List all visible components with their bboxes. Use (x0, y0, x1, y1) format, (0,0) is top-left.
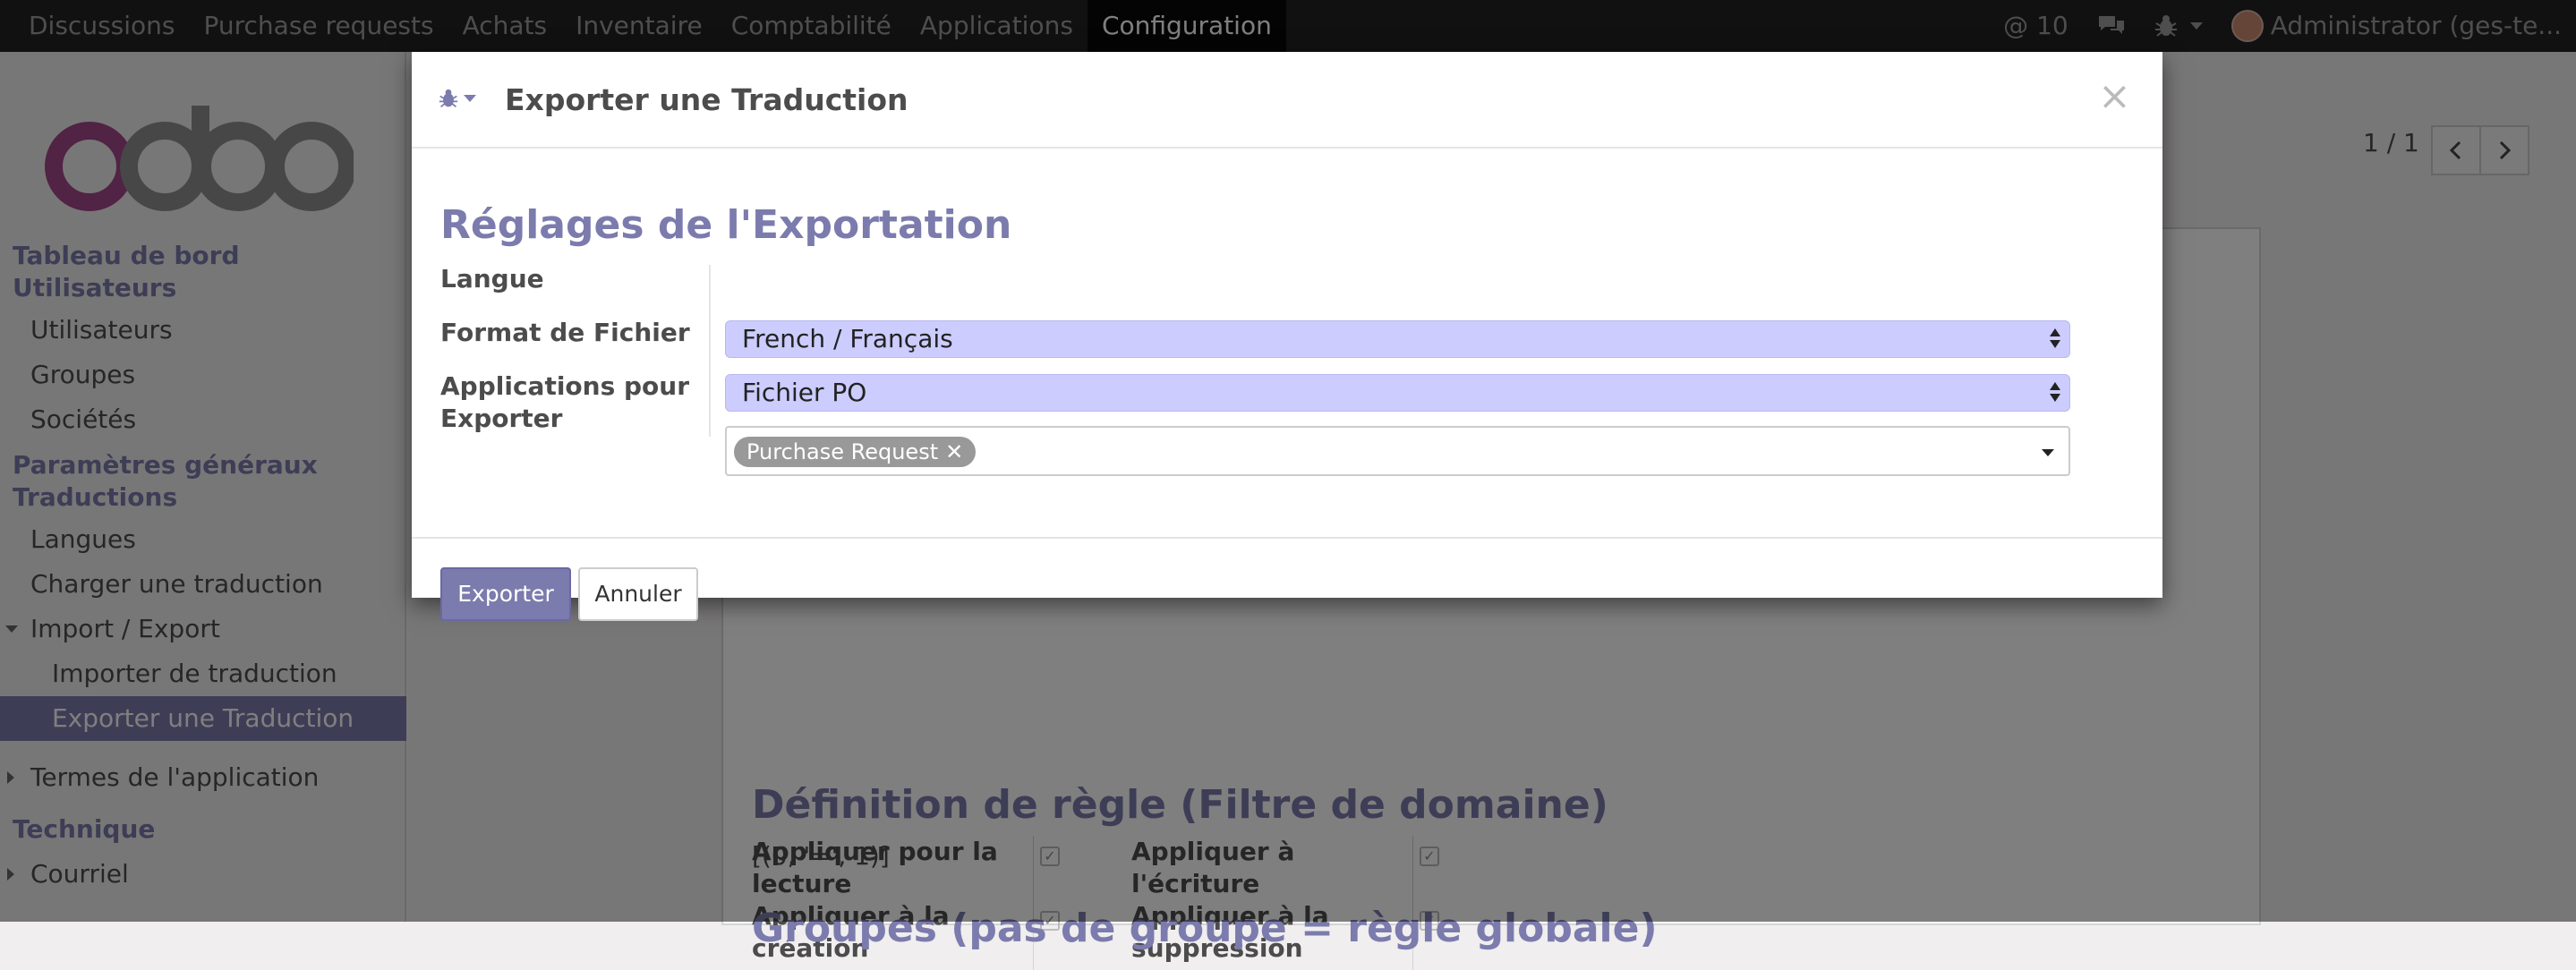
app-tag-label: Purchase Request (746, 439, 939, 464)
apps-to-export-field[interactable]: Purchase Request ✕ (725, 426, 2070, 476)
export-settings-title: Réglages de l'Exportation (440, 202, 1012, 248)
close-icon[interactable]: × (2098, 77, 2131, 116)
file-format-select-value: Fichier PO (742, 378, 867, 407)
select-arrows-icon (2050, 380, 2062, 405)
bug-icon (439, 89, 458, 107)
language-select-value: French / Français (742, 324, 953, 353)
debug-menu-button[interactable] (439, 88, 476, 109)
app-tag: Purchase Request ✕ (734, 437, 977, 467)
dialog-body: Réglages de l'Exportation Langue French … (412, 149, 2162, 539)
dialog-footer: Exporter Annuler (412, 537, 2162, 648)
cancel-button[interactable]: Annuler (578, 567, 698, 621)
select-arrows-icon (2050, 327, 2062, 352)
dialog-title: Exporter une Traduction (505, 82, 908, 117)
dropdown-caret-icon[interactable] (2042, 449, 2054, 456)
file-format-label: Format de Fichier (440, 318, 690, 347)
remove-tag-icon[interactable]: ✕ (945, 439, 963, 464)
dialog-header: Exporter une Traduction × (412, 52, 2162, 149)
language-label: Langue (440, 264, 544, 294)
language-select[interactable]: French / Français (725, 320, 2070, 358)
file-format-select[interactable]: Fichier PO (725, 374, 2070, 412)
apps-to-export-label: Applications pour Exporter (440, 371, 690, 433)
export-translation-dialog: Exporter une Traduction × Réglages de l'… (412, 52, 2162, 621)
export-button[interactable]: Exporter (440, 567, 571, 621)
